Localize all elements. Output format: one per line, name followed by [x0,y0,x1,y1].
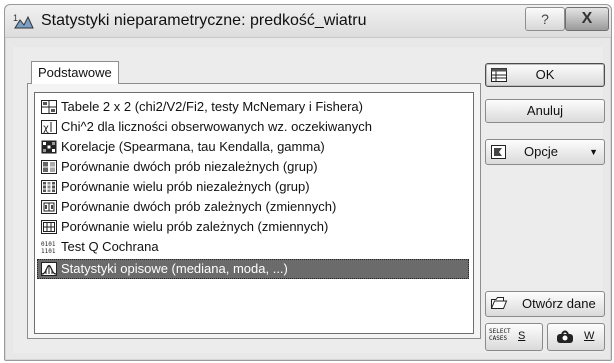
list-item-cochran-q[interactable]: 0101 1101 Test Q Cochrana [37,237,469,257]
folder-open-icon [490,295,508,311]
correlation-icon [41,140,57,154]
list-item-descriptive-stats[interactable]: Statystyki opisowe (mediana, moda, ...) [37,259,469,279]
statistica-app-icon: 1 [13,12,35,30]
weights-button[interactable]: W [547,323,605,351]
list-item-label: Korelacje (Spearmana, tau Kendalla, gamm… [61,139,325,154]
chi-square-icon: χ [41,120,57,134]
list-item-chi-square[interactable]: χ Chi^2 dla liczności obserwowanych wz. … [37,117,469,137]
analysis-list[interactable]: Tabele 2 x 2 (chi2/V2/Fi2, testy McNemar… [34,92,474,334]
svg-text:χ: χ [43,123,49,134]
ok-label: OK [535,67,555,82]
svg-text:0101: 0101 [41,241,56,248]
select-cases-button[interactable]: SELECT CASES S [485,323,543,351]
list-item-label: Tabele 2 x 2 (chi2/V2/Fi2, testy McNemar… [61,99,363,114]
window-title: Statystyki nieparametryczne: predkość_wi… [41,12,367,29]
tab-podstawowe[interactable]: Podstawowe [31,61,119,84]
two-groups-icon [41,160,57,174]
dialog-body: Podstawowe Tabele 2 x 2 (chi2/V2/Fi2, te… [13,47,605,353]
list-item-multiple-dependent[interactable]: Porównanie wielu prób zależnych (zmienny… [37,217,469,237]
list-item-label: Porównanie wielu prób niezależnych (grup… [61,179,310,194]
list-item-label: Statystyki opisowe (mediana, moda, ...) [61,261,288,276]
multiple-variables-icon [41,220,57,234]
list-item-correlations[interactable]: Korelacje (Spearmana, tau Kendalla, gamm… [37,137,469,157]
help-button[interactable]: ? [525,7,565,31]
list-item-table-2x2[interactable]: Tabele 2 x 2 (chi2/V2/Fi2, testy McNemar… [37,97,469,117]
options-icon [490,144,508,160]
select-cases-label: S [518,330,526,342]
close-button[interactable]: X [565,7,609,31]
chevron-down-icon: ▼ [589,147,598,157]
tab-panel: Tabele 2 x 2 (chi2/V2/Fi2, testy McNemar… [27,83,481,339]
weight-icon [554,329,576,348]
title-bar[interactable]: 1 Statystyki nieparametryczne: predkość_… [5,5,611,38]
list-item-multiple-independent[interactable]: Porównanie wielu prób niezależnych (grup… [37,177,469,197]
ok-button[interactable]: OK [485,63,605,87]
weights-label: W [584,330,595,342]
list-item-label: Porównanie dwóch prób zależnych (zmienny… [61,199,337,214]
multiple-groups-icon [41,180,57,194]
select-cases-icon: SELECT CASES [489,328,511,342]
dialog-window: 1 Statystyki nieparametryczne: predkość_… [4,4,612,361]
cancel-button[interactable]: Anuluj [485,99,605,123]
list-item-label: Chi^2 dla liczności obserwowanych wz. oc… [61,119,373,134]
svg-text:1: 1 [13,13,18,23]
list-item-two-dependent[interactable]: Porównanie dwóch prób zależnych (zmienny… [37,197,469,217]
list-item-label: Porównanie dwóch prób niezależnych (grup… [61,159,318,174]
list-item-label: Test Q Cochrana [61,239,159,254]
svg-text:1101: 1101 [41,248,56,254]
cochran-q-icon: 0101 1101 [41,240,57,255]
list-item-two-independent[interactable]: Porównanie dwóch prób niezależnych (grup… [37,157,469,177]
two-variables-icon [41,200,57,214]
options-label: Opcje [524,144,558,159]
open-data-label: Otwórz dane [522,296,596,311]
open-data-button[interactable]: Otwórz dane [485,291,605,317]
cancel-label: Anuluj [526,103,564,118]
table-2x2-icon [41,100,57,114]
descriptive-stats-icon [41,262,57,276]
list-item-label: Porównanie wielu prób zależnych (zmienny… [61,219,329,234]
options-button[interactable]: Opcje ▼ [485,139,605,165]
